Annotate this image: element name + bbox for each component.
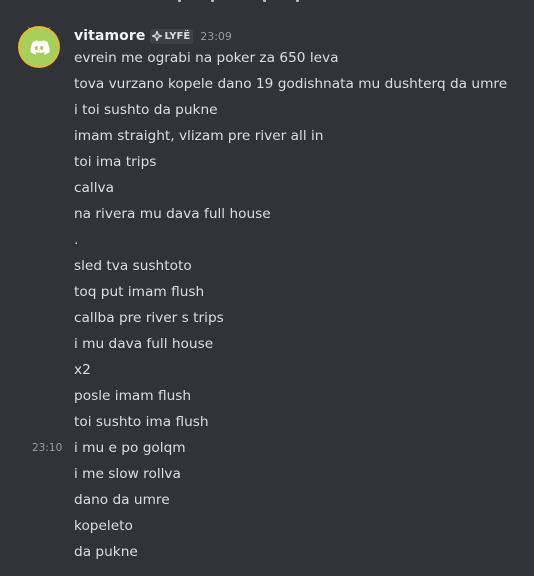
message-line[interactable]: da pukne	[74, 539, 524, 565]
hover-timestamp: 23:10	[32, 442, 63, 454]
message-text: na rivera mu dava full house	[74, 206, 271, 222]
message-text: i toi sushto da pukne	[74, 102, 218, 118]
message-text: toi ima trips	[74, 154, 157, 170]
message-text: kopeleto	[74, 518, 133, 534]
message-line[interactable]: i mu dava full house	[74, 331, 524, 357]
message-line[interactable]: toq put imam flush	[74, 279, 524, 305]
message-list: evrein me ograbi na poker za 650 leva to…	[32, 45, 524, 565]
message-line[interactable]: i toi sushto da pukne	[74, 97, 524, 123]
message-line[interactable]: kopeleto	[74, 513, 524, 539]
message-text: tova vurzano kopele dano 19 godishnata m…	[74, 76, 508, 92]
message-line[interactable]: evrein me ograbi na poker za 650 leva	[74, 45, 524, 71]
message-line[interactable]: tova vurzano kopele dano 19 godishnata m…	[74, 71, 524, 97]
message-line[interactable]: x2	[74, 357, 524, 383]
message-text: evrein me ograbi na poker za 650 leva	[74, 50, 339, 66]
message-text: i me slow rollva	[74, 466, 181, 482]
message-line[interactable]: posle imam flush	[74, 383, 524, 409]
message-text: posle imam flush	[74, 388, 192, 404]
message-text: .	[74, 232, 79, 248]
clan-tag-label: LYFË	[164, 30, 191, 42]
user-avatar[interactable]	[17, 25, 61, 69]
message-text: i mu dava full house	[74, 336, 214, 352]
message-line[interactable]: dano da umre	[74, 487, 524, 513]
message-text: i mu e po golqm	[74, 440, 186, 456]
message-line[interactable]: na rivera mu dava full house	[74, 201, 524, 227]
message-text: dano da umre	[74, 492, 170, 508]
message-text: sled tva sushtoto	[74, 258, 192, 274]
message-line[interactable]: callva	[74, 175, 524, 201]
message-line[interactable]: toi ima trips	[74, 149, 524, 175]
previous-message-remnant	[0, 0, 534, 4]
message-text: da pukne	[74, 544, 138, 560]
message-text: callba pre river s trips	[74, 310, 224, 326]
message-line[interactable]: imam straight, vlizam pre river all in	[74, 123, 524, 149]
message-header: vitamore LYFË 23:09	[74, 26, 232, 46]
message-text: toi sushto ima flush	[74, 414, 209, 430]
message-line[interactable]: i me slow rollva	[74, 461, 524, 487]
clan-tag[interactable]: LYFË	[150, 28, 194, 44]
message-line[interactable]: toi sushto ima flush	[74, 409, 524, 435]
message-text: imam straight, vlizam pre river all in	[74, 128, 324, 144]
message-text: toq put imam flush	[74, 284, 205, 300]
message-timestamp[interactable]: 23:09	[200, 30, 232, 43]
username[interactable]: vitamore	[74, 28, 145, 44]
message-text: callva	[74, 180, 115, 196]
message-line[interactable]: sled tva sushtoto	[74, 253, 524, 279]
message-line[interactable]: callba pre river s trips	[74, 305, 524, 331]
message-line[interactable]: .	[74, 227, 524, 253]
message-text: x2	[74, 362, 91, 378]
message-line[interactable]: 23:10 i mu e po golqm	[32, 435, 524, 461]
clan-badge-icon	[152, 31, 163, 41]
discord-logo-icon	[18, 26, 60, 68]
